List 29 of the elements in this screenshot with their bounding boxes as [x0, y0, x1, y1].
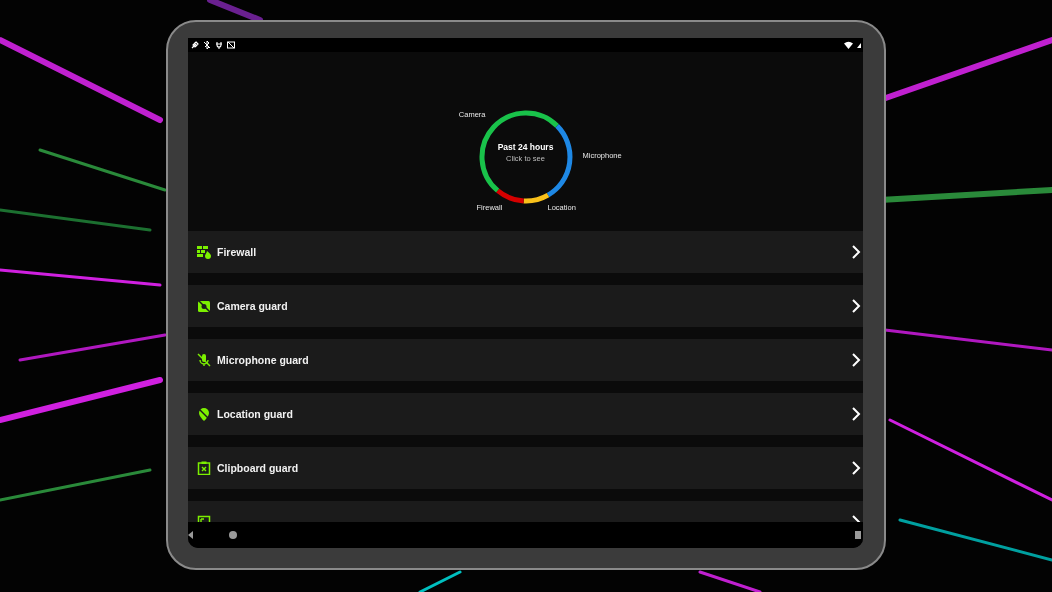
menu-item[interactable]: Microphone guard: [188, 339, 863, 381]
microphone-off-icon: [196, 353, 211, 367]
item-label: Location guard: [217, 408, 294, 420]
camera-off-icon: [227, 41, 235, 49]
signal-icon: [857, 42, 861, 48]
menu-item[interactable]: Firewall: [188, 231, 863, 273]
chevron-right-icon: [851, 353, 861, 367]
item-label: Clipboard guard: [217, 462, 300, 474]
chart-title: Past 24 hours: [497, 142, 554, 152]
clipboard-x-icon: [196, 461, 211, 475]
bluetooth-off-icon: [203, 41, 211, 49]
back-icon[interactable]: [188, 531, 193, 539]
menu-item[interactable]: Location guard: [188, 393, 863, 435]
item-label: Firewall: [217, 246, 258, 258]
chevron-right-icon: [851, 245, 861, 259]
wifi-icon: [844, 41, 853, 49]
menu-item[interactable]: Camera guard: [188, 285, 863, 327]
chevron-right-icon: [851, 461, 861, 475]
item-label: Camera guard: [217, 300, 289, 312]
location-pin-off-icon: [196, 407, 211, 421]
brick-wall-flame-icon: [196, 245, 211, 259]
plug-icon: [215, 41, 223, 49]
camera-off-icon: [196, 299, 211, 313]
pin-icon: [191, 41, 199, 49]
menu-item[interactable]: Clipboard guard: [188, 447, 863, 489]
chevron-right-icon: [851, 299, 861, 313]
item-label: Microphone guard: [217, 354, 310, 366]
chevron-right-icon: [851, 407, 861, 421]
home-icon[interactable]: [229, 531, 237, 539]
